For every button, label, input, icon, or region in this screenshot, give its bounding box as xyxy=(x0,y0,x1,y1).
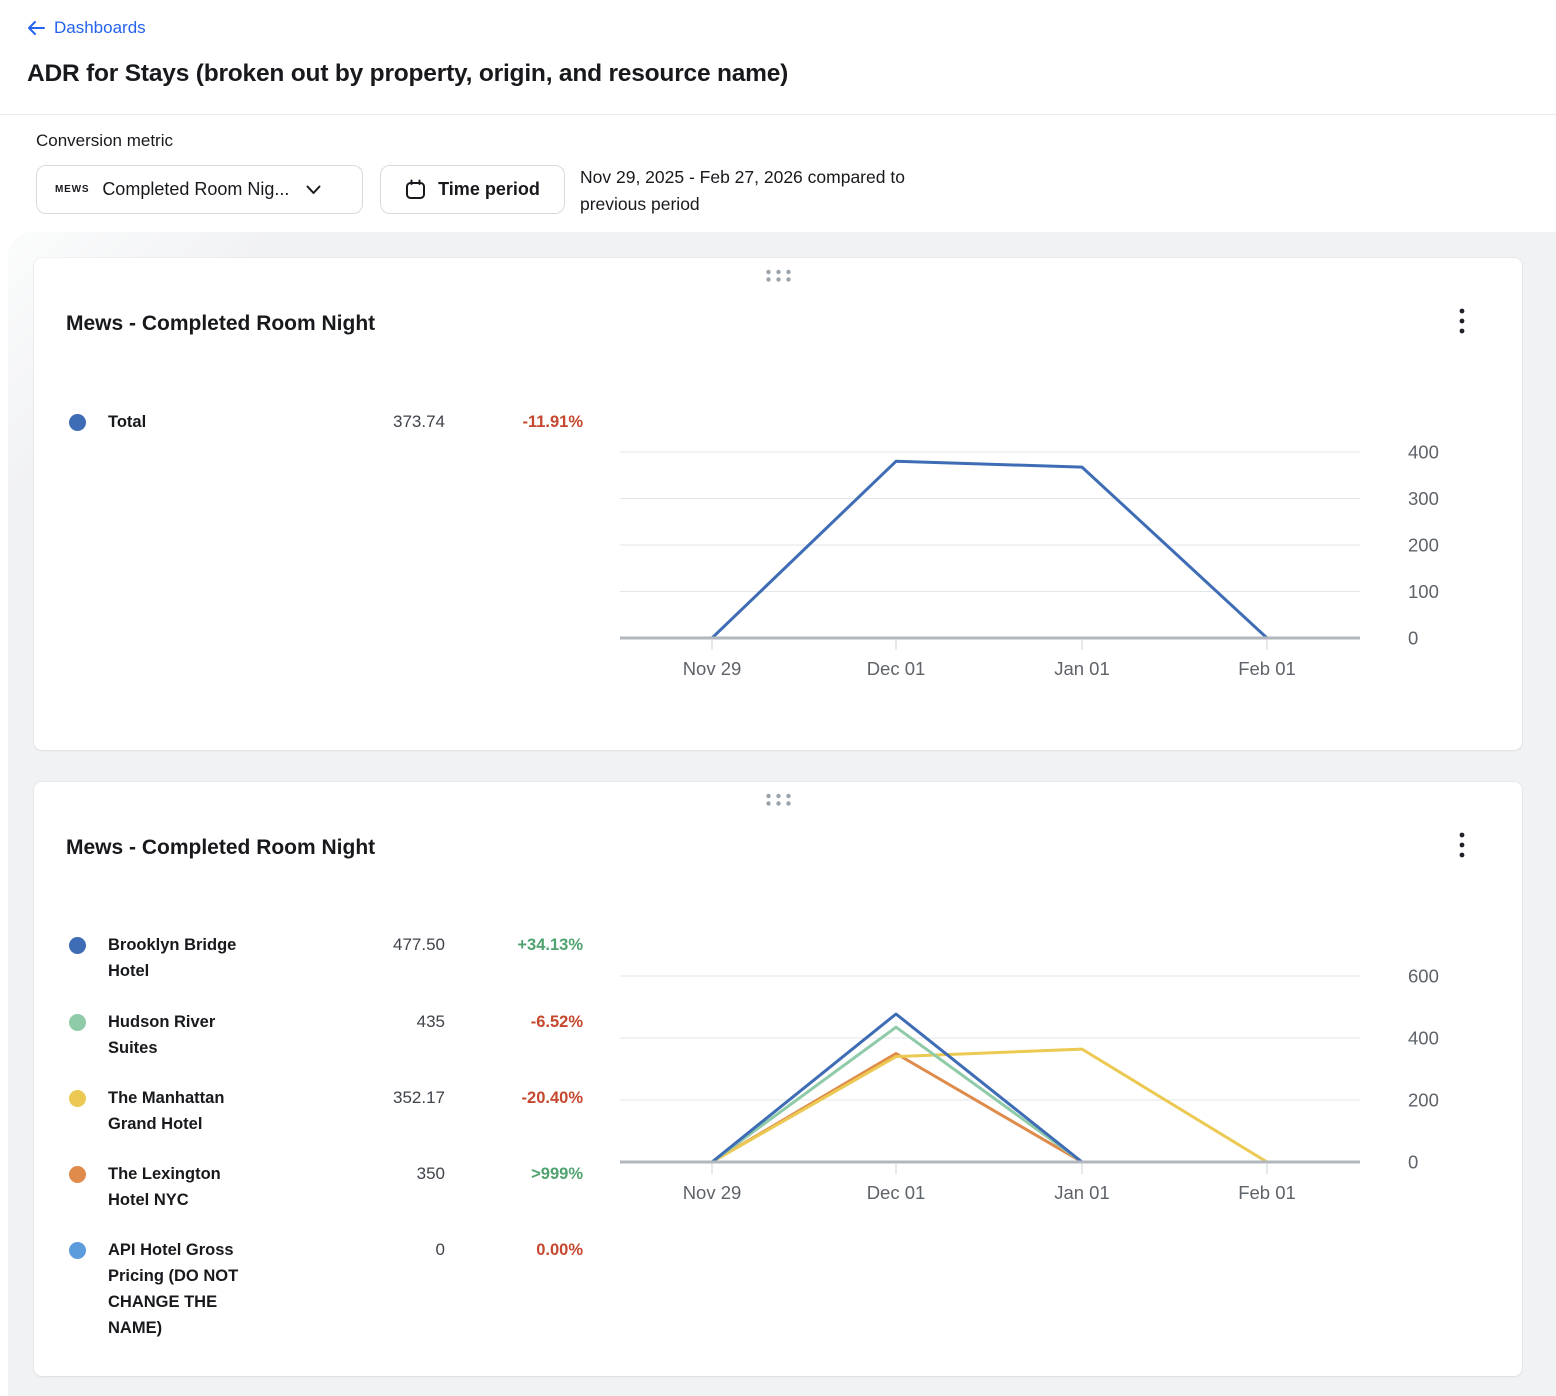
svg-text:Feb 01: Feb 01 xyxy=(1238,1182,1296,1203)
chevron-down-icon xyxy=(306,185,321,195)
mews-logo: MEWS xyxy=(55,184,89,195)
svg-text:0: 0 xyxy=(1408,628,1418,649)
page-title: ADR for Stays (broken out by property, o… xyxy=(27,60,788,88)
svg-text:600: 600 xyxy=(1408,966,1439,987)
back-to-dashboards-link[interactable]: Dashboards xyxy=(27,18,146,38)
date-range-text: Nov 29, 2025 - Feb 27, 2026 compared to … xyxy=(580,164,958,218)
svg-text:Dec 01: Dec 01 xyxy=(867,1182,926,1203)
svg-text:400: 400 xyxy=(1408,1028,1439,1049)
svg-text:200: 200 xyxy=(1408,1090,1439,1111)
line-chart-total[interactable]: 0 100 200 300 400 Nov 29 Dec 01 Jan 01 Feb 01 xyxy=(34,258,1522,750)
conversion-metric-label: Conversion metric xyxy=(36,131,173,151)
svg-text:Jan 01: Jan 01 xyxy=(1054,1182,1110,1203)
metric-dropdown[interactable]: MEWS Completed Room Nig... xyxy=(36,165,363,214)
svg-text:Nov 29: Nov 29 xyxy=(683,1182,742,1203)
svg-text:0: 0 xyxy=(1408,1152,1418,1173)
metric-dropdown-value: Completed Room Nig... xyxy=(102,179,289,200)
calendar-icon xyxy=(405,179,426,200)
dashboard-canvas: Mews - Completed Room Night Total 373.74… xyxy=(8,232,1556,1396)
svg-text:200: 200 xyxy=(1408,535,1439,556)
time-period-button[interactable]: Time period xyxy=(380,165,565,214)
svg-text:400: 400 xyxy=(1408,442,1439,463)
svg-text:Nov 29: Nov 29 xyxy=(683,658,742,679)
svg-text:100: 100 xyxy=(1408,581,1439,602)
svg-text:Feb 01: Feb 01 xyxy=(1238,658,1296,679)
header-divider xyxy=(0,114,1556,115)
chart-card-total: Mews - Completed Room Night Total 373.74… xyxy=(34,258,1522,750)
svg-text:Jan 01: Jan 01 xyxy=(1054,658,1110,679)
back-link-label: Dashboards xyxy=(54,18,146,38)
chart-card-by-property: Mews - Completed Room Night Brooklyn Bri… xyxy=(34,782,1522,1376)
dashboard-page: Dashboards ADR for Stays (broken out by … xyxy=(0,0,1556,1396)
time-period-label: Time period xyxy=(438,179,540,200)
line-chart-by-property[interactable]: 0 200 400 600 Nov 29 Dec 01 Jan 01 Feb 01 xyxy=(34,782,1522,1376)
back-arrow-icon xyxy=(27,20,45,36)
svg-text:Dec 01: Dec 01 xyxy=(867,658,926,679)
svg-text:300: 300 xyxy=(1408,488,1439,509)
